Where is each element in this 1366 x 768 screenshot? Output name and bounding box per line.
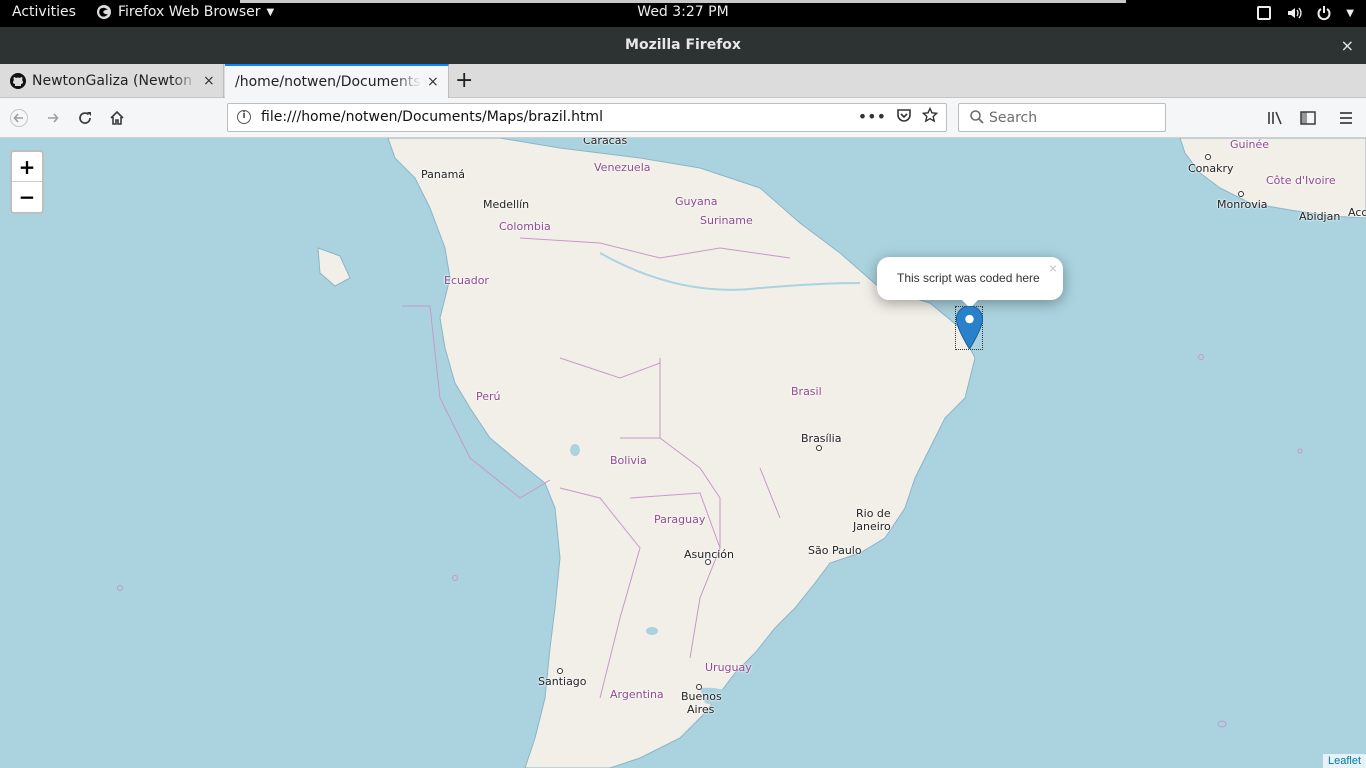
- label-sao-paulo: São Paulo: [808, 544, 862, 557]
- label-accra: Acc: [1348, 206, 1366, 219]
- map-marker-icon[interactable]: [956, 306, 983, 349]
- app-menu-label: Firefox Web Browser: [118, 4, 261, 20]
- window-title: Mozilla Firefox: [625, 37, 741, 53]
- label-uruguay: Uruguay: [705, 661, 752, 674]
- back-button[interactable]: [7, 106, 31, 130]
- clock[interactable]: Wed 3:27 PM: [637, 4, 728, 20]
- label-buenos-line1: Buenos: [681, 690, 722, 703]
- popup-close-button[interactable]: ×: [1049, 260, 1057, 276]
- label-colombia: Colombia: [499, 220, 551, 233]
- forward-button[interactable]: [41, 106, 65, 130]
- search-bar[interactable]: [958, 103, 1166, 132]
- reload-icon: [79, 112, 91, 124]
- label-guyana: Guyana: [675, 195, 718, 208]
- pocket-icon[interactable]: [896, 107, 912, 123]
- label-ecuador: Ecuador: [444, 274, 489, 287]
- label-medellin: Medellín: [483, 198, 530, 211]
- label-abidjan: Abidjan: [1299, 210, 1341, 223]
- label-panama: Panamá: [421, 168, 466, 181]
- system-tray[interactable]: ▼: [1256, 5, 1354, 21]
- hamburger-menu-icon: [1340, 112, 1352, 124]
- new-tab-button[interactable]: +: [455, 68, 473, 93]
- label-conakry: Conakry: [1188, 162, 1234, 175]
- marker-popup: This script was coded here ×: [877, 257, 1063, 300]
- label-bolivia: Bolivia: [610, 454, 647, 467]
- hamburger-menu-button[interactable]: [1334, 106, 1358, 130]
- github-icon: [10, 73, 26, 89]
- leaflet-map[interactable]: Panamá Caracas Venezuela Medellín Colomb…: [0, 138, 1366, 768]
- leaflet-attribution-link[interactable]: Leaflet: [1322, 754, 1366, 768]
- library-button[interactable]: [1264, 106, 1288, 130]
- label-brasilia: Brasília: [801, 432, 842, 445]
- tab-brazil-html[interactable]: /home/notwen/Documents/Maps/brazil.html …: [225, 64, 449, 98]
- label-venezuela: Venezuela: [594, 161, 651, 174]
- label-rio-line1: Rio de: [856, 507, 891, 520]
- app-menu[interactable]: Firefox Web Browser ▼: [96, 4, 274, 20]
- url-text[interactable]: file:///home/notwen/Documents/Maps/brazi…: [261, 109, 603, 125]
- city-dot-santiago: [557, 668, 563, 674]
- city-dot-monrovia: [1238, 191, 1244, 197]
- city-dot-brasilia: [816, 445, 822, 451]
- label-peru: Perú: [476, 390, 501, 403]
- volume-icon: [1288, 7, 1302, 19]
- zoom-out-button[interactable]: −: [12, 182, 42, 212]
- home-button[interactable]: [105, 106, 129, 130]
- window-close-button[interactable]: ×: [1341, 36, 1354, 55]
- tray-chevron-down-icon: ▼: [1346, 7, 1354, 19]
- reload-button[interactable]: [73, 106, 97, 130]
- zoom-in-button[interactable]: +: [12, 152, 42, 182]
- city-dot-conakry: [1205, 154, 1211, 160]
- tab-strip: NewtonGaliza (Newton Galiza) × /home/not…: [0, 64, 1366, 98]
- label-paraguay: Paraguay: [654, 513, 706, 526]
- tab-close-icon[interactable]: ×: [203, 73, 215, 89]
- window-icon: [1257, 6, 1272, 20]
- map-tiles: [117, 138, 1366, 768]
- bookmark-star-icon[interactable]: [922, 107, 938, 123]
- chevron-down-icon: ▼: [266, 6, 275, 18]
- zoom-control: + −: [10, 150, 44, 214]
- firefox-icon: [97, 5, 111, 19]
- library-icon: [1268, 111, 1282, 125]
- tab-label: NewtonGaliza (Newton Galiza): [32, 73, 197, 89]
- tab-label: /home/notwen/Documents/Maps/brazil.html: [235, 74, 421, 90]
- forward-arrow-icon: [48, 113, 59, 123]
- label-suriname: Suriname: [700, 214, 753, 227]
- back-arrow-icon: [10, 109, 28, 127]
- top-progress-line: [240, 0, 1126, 3]
- sidebar-icon: [1300, 111, 1316, 125]
- sidebar-button[interactable]: [1296, 106, 1320, 130]
- system-top-bar: Activities Firefox Web Browser ▼ Wed 3:2…: [0, 0, 1366, 27]
- window-title-bar: Mozilla Firefox ×: [0, 27, 1366, 64]
- power-icon: [1317, 6, 1331, 21]
- label-argentina: Argentina: [610, 688, 664, 701]
- search-icon: [970, 110, 984, 124]
- activities-button[interactable]: Activities: [12, 4, 76, 20]
- navigation-bar: i file:///home/notwen/Documents/Maps/bra…: [0, 98, 1366, 138]
- label-guinee: Guinée: [1230, 138, 1270, 151]
- tab-github[interactable]: NewtonGaliza (Newton Galiza) ×: [0, 64, 224, 98]
- info-icon[interactable]: i: [237, 110, 251, 124]
- label-brasil: Brasil: [791, 385, 822, 398]
- tab-close-icon[interactable]: ×: [427, 74, 439, 90]
- popup-text: This script was coded here: [897, 271, 1040, 285]
- label-caracas: Caracas: [583, 138, 628, 147]
- search-input[interactable]: [989, 108, 1159, 128]
- label-santiago: Santiago: [538, 675, 587, 688]
- page-actions-menu-icon[interactable]: •••: [858, 107, 886, 126]
- city-dot-asuncion: [705, 559, 711, 565]
- url-bar[interactable]: i file:///home/notwen/Documents/Maps/bra…: [227, 103, 947, 132]
- home-icon: [110, 110, 124, 125]
- label-buenos-line2: Aires: [687, 703, 715, 716]
- label-monrovia: Monrovia: [1217, 198, 1268, 211]
- label-rio-line2: Janeiro: [853, 520, 891, 533]
- label-cote-divoire: Côte d'Ivoire: [1266, 174, 1336, 187]
